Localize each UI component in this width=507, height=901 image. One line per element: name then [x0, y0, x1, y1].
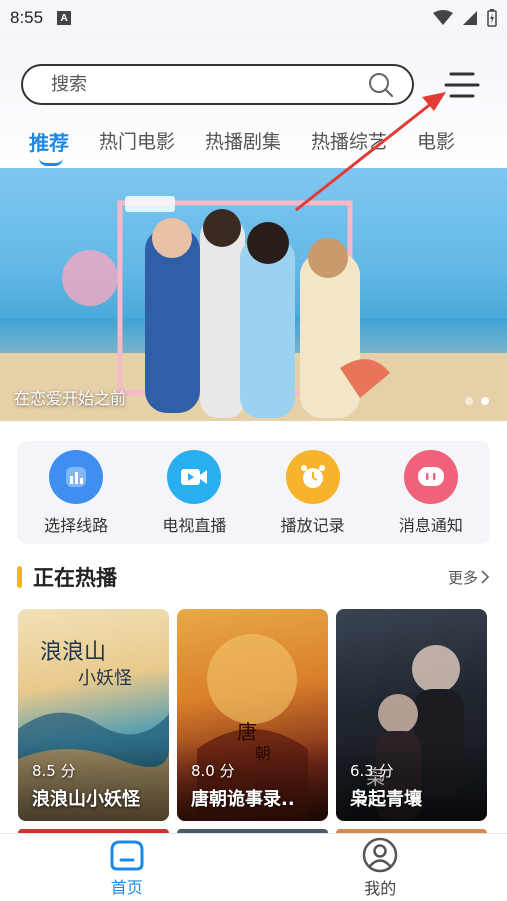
- message-icon[interactable]: [403, 449, 458, 504]
- movie-list: 浪浪山 小妖怪 8.5 分 浪浪山小妖怪 唐 朝 8.0 分 唐朝诡事录.. 枭…: [18, 609, 489, 821]
- category-tabs: 推荐 热门电影 热播剧集 热播综艺 电影: [0, 120, 507, 166]
- carousel-dot[interactable]: [465, 397, 473, 405]
- tab-hot-series[interactable]: 热播剧集: [205, 120, 281, 154]
- movie-title: 唐朝诡事录..: [191, 789, 295, 810]
- tab-label: 热播剧集: [205, 131, 282, 153]
- quick-action-route[interactable]: 选择线路: [26, 449, 126, 536]
- carousel-dots: [465, 397, 489, 405]
- menu-button[interactable]: [444, 68, 480, 104]
- battery-icon: [487, 9, 497, 27]
- movie-card[interactable]: 浪浪山 小妖怪 8.5 分 浪浪山小妖怪: [18, 609, 169, 821]
- quick-action-label: 消息通知: [398, 515, 463, 535]
- search-input[interactable]: [51, 74, 368, 95]
- status-time: 8:55: [10, 8, 44, 27]
- notification-icon: A: [57, 11, 72, 25]
- status-bar: 8:55 A: [0, 0, 507, 36]
- section-accent-bar: [17, 566, 22, 588]
- menu-icon[interactable]: [444, 68, 480, 104]
- signal-icon: [463, 11, 477, 25]
- nav-home[interactable]: 首页: [67, 838, 187, 898]
- tab-label: 热播综艺: [311, 131, 388, 153]
- movie-title: 浪浪山小妖怪: [32, 789, 140, 810]
- svg-text:浪浪山: 浪浪山: [40, 640, 106, 665]
- more-label: 更多: [447, 568, 478, 587]
- quick-action-label: 电视直播: [162, 515, 227, 535]
- banner-image: [0, 196, 507, 421]
- tab-movies[interactable]: 电影: [417, 120, 455, 154]
- tab-recommend[interactable]: 推荐: [29, 120, 69, 166]
- tab-hot-movies[interactable]: 热门电影: [99, 120, 175, 154]
- movie-title: 枭起青壤: [350, 789, 422, 810]
- nav-label: 首页: [110, 877, 143, 897]
- quick-actions-panel: 选择线路 电视直播 播放记录 消息通知: [17, 441, 490, 544]
- quick-action-messages[interactable]: 消息通知: [381, 449, 481, 536]
- nav-label: 我的: [364, 878, 397, 898]
- home-icon: [110, 840, 144, 870]
- quick-action-live-tv[interactable]: 电视直播: [144, 449, 244, 536]
- status-indicators: [433, 9, 497, 27]
- movie-score: 8.5 分: [32, 762, 76, 780]
- movie-card[interactable]: 枭 6.3 分 枭起青壤: [336, 609, 487, 821]
- tab-hot-variety[interactable]: 热播综艺: [311, 120, 387, 154]
- more-link[interactable]: 更多: [448, 567, 490, 588]
- route-icon[interactable]: [49, 449, 104, 504]
- quick-action-history[interactable]: 播放记录: [263, 449, 363, 536]
- tab-label: 推荐: [29, 131, 69, 155]
- tab-label: 热门电影: [99, 131, 176, 153]
- search-bar[interactable]: [21, 64, 414, 105]
- wifi-icon: [433, 10, 453, 25]
- movie-score: 6.3 分: [350, 762, 394, 780]
- movie-score: 8.0 分: [191, 762, 235, 780]
- movie-card[interactable]: 唐 朝 8.0 分 唐朝诡事录..: [177, 609, 328, 821]
- alarm-clock-icon[interactable]: [285, 449, 340, 504]
- svg-text:小妖怪: 小妖怪: [78, 668, 132, 689]
- search-icon[interactable]: [368, 72, 394, 98]
- active-tab-indicator: [39, 158, 63, 166]
- tab-label: 电影: [417, 131, 456, 153]
- banner-carousel[interactable]: 在恋爱开始之前: [0, 168, 507, 421]
- bottom-navigation: 首页 我的: [0, 833, 507, 901]
- quick-action-label: 选择线路: [44, 515, 109, 535]
- user-profile-icon: [363, 837, 398, 872]
- video-camera-icon[interactable]: [167, 449, 222, 504]
- banner-caption: 在恋爱开始之前: [14, 389, 127, 408]
- chevron-right-icon: [481, 570, 490, 584]
- quick-action-label: 播放记录: [280, 515, 345, 535]
- nav-profile[interactable]: 我的: [320, 837, 440, 899]
- section-title: 正在热播: [33, 566, 117, 590]
- now-playing-header: 正在热播 更多: [17, 562, 490, 592]
- carousel-dot-active[interactable]: [481, 397, 489, 405]
